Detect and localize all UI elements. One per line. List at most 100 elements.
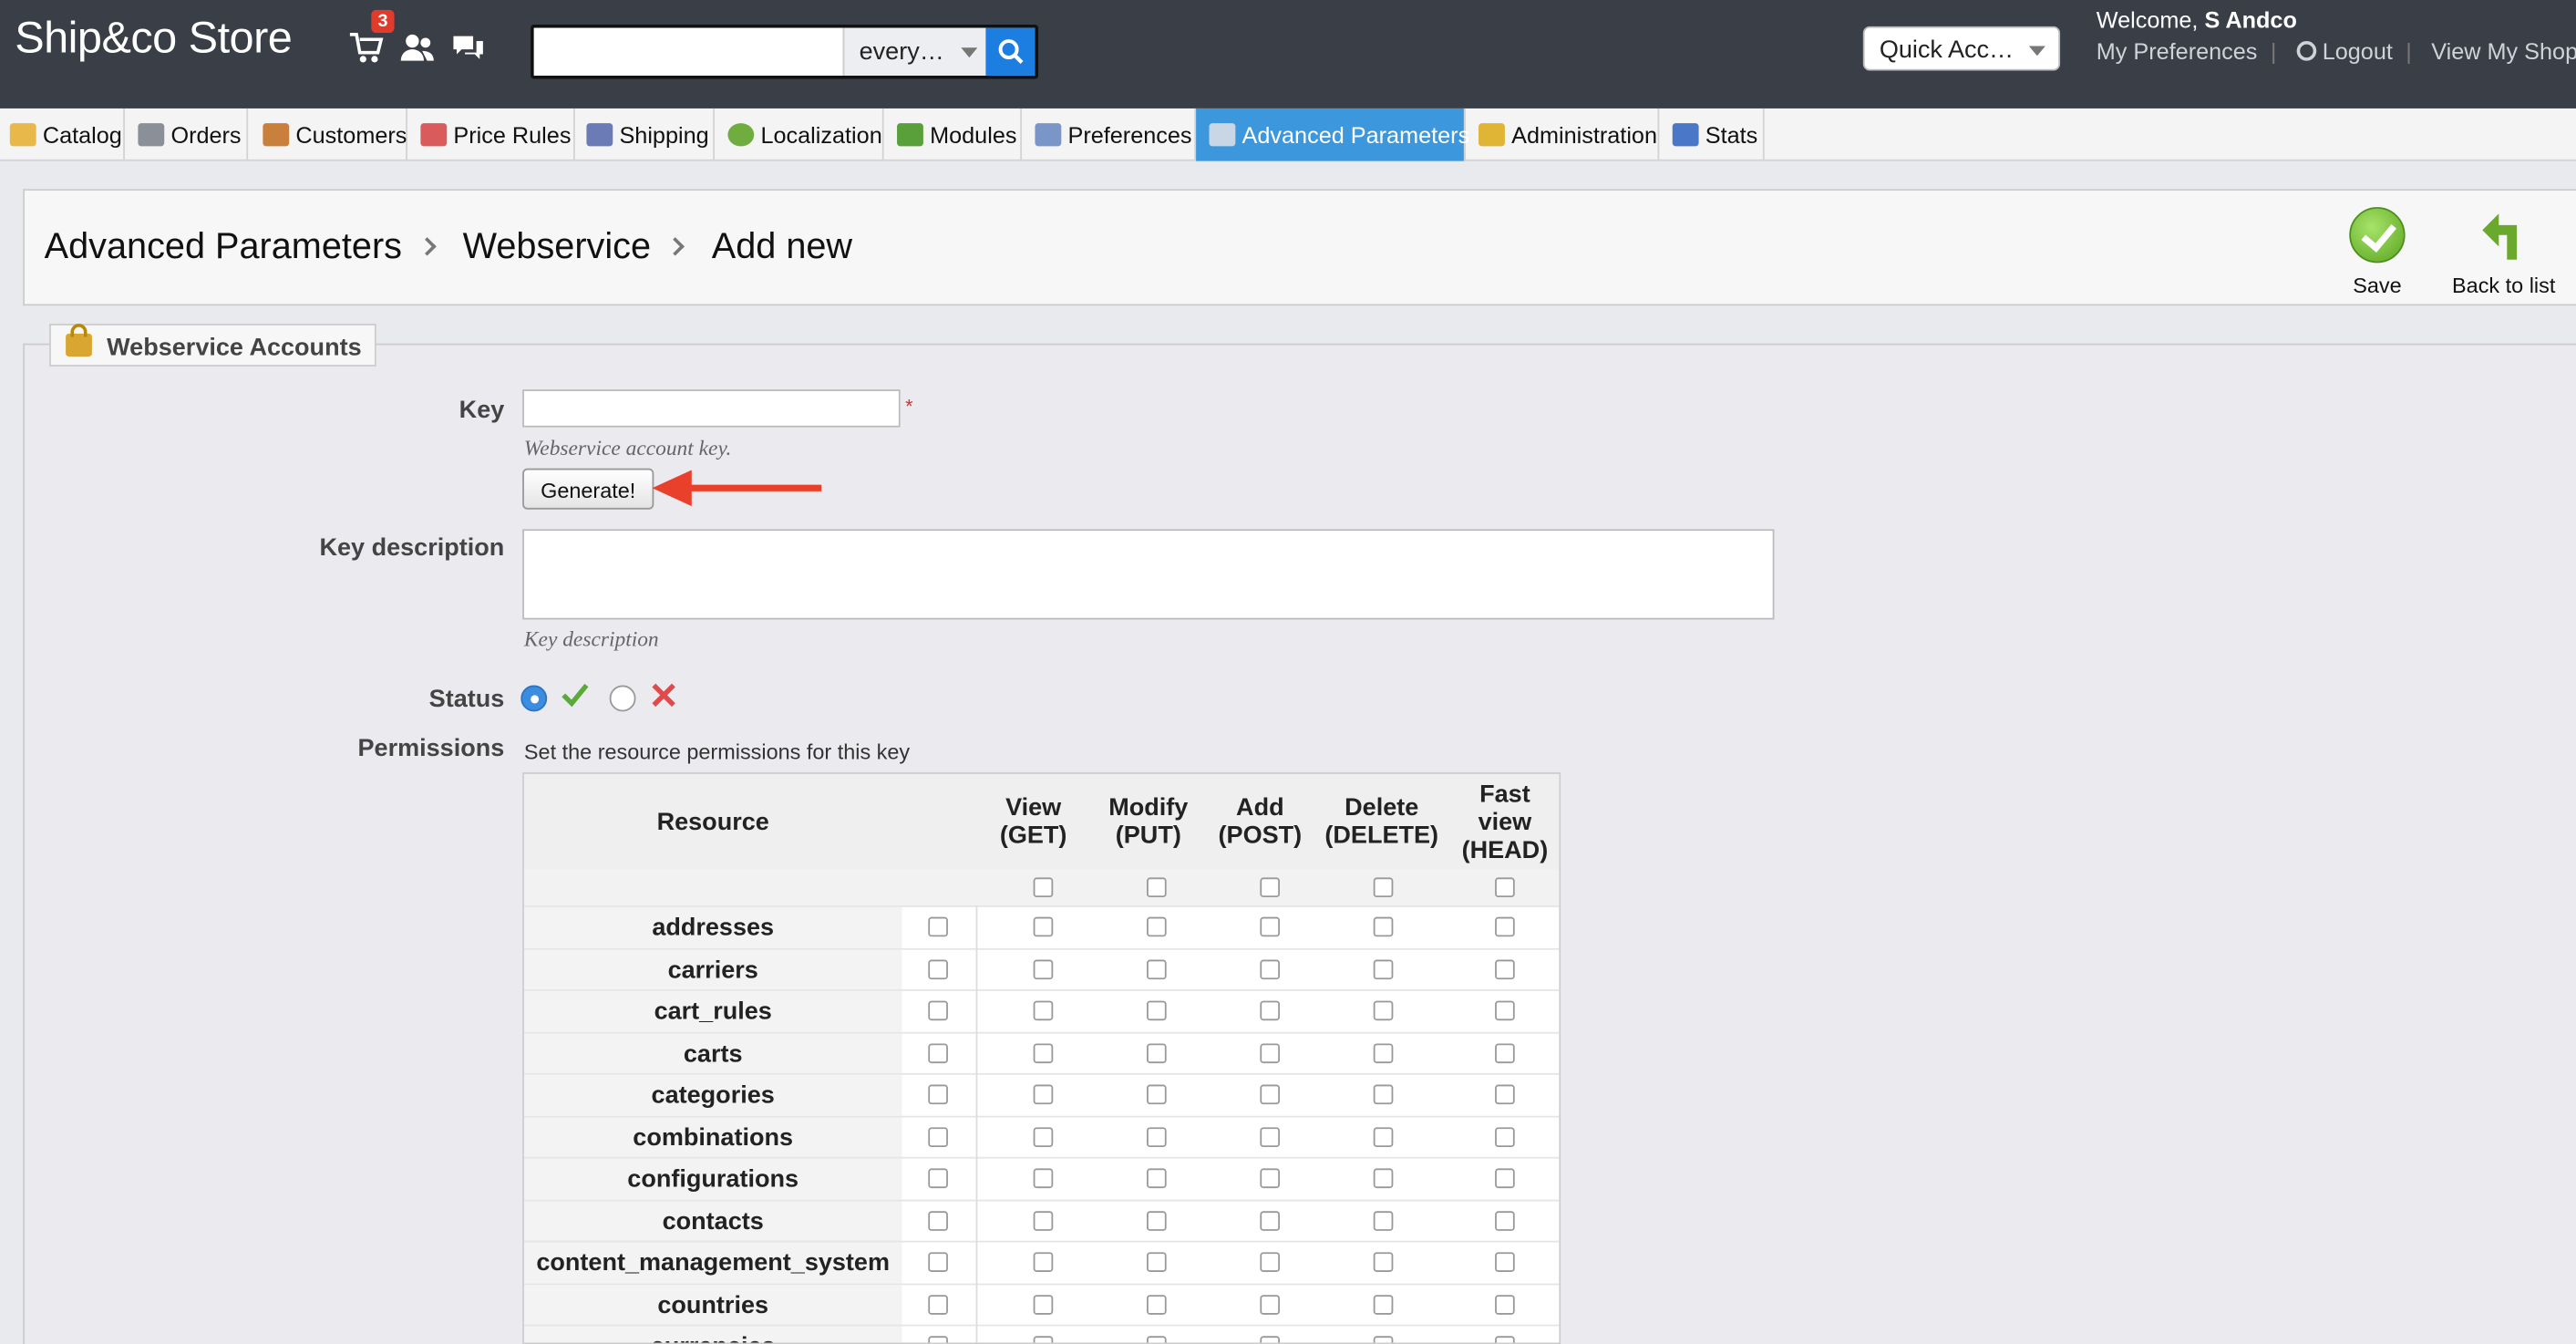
post-permission-checkbox[interactable]	[1260, 1168, 1280, 1189]
get-permission-checkbox[interactable]	[1033, 1000, 1054, 1021]
post-permission-checkbox[interactable]	[1260, 1000, 1280, 1021]
tab-orders[interactable]: Orders	[125, 108, 249, 161]
tab-price-rules[interactable]: Price Rules	[407, 108, 575, 161]
post-permission-checkbox[interactable]	[1260, 1294, 1280, 1314]
put-permission-checkbox[interactable]	[1147, 1210, 1167, 1231]
delete-permission-checkbox[interactable]	[1373, 958, 1394, 979]
back-to-list-button[interactable]: Back to list	[2447, 207, 2561, 297]
post-permission-checkbox[interactable]	[1260, 958, 1280, 979]
get-permission-checkbox[interactable]	[1033, 1294, 1054, 1314]
head-permission-checkbox[interactable]	[1495, 958, 1515, 979]
delete-permission-checkbox[interactable]	[1373, 1336, 1394, 1343]
row-all-checkbox[interactable]	[928, 916, 948, 937]
get-permission-checkbox[interactable]	[1033, 1210, 1054, 1231]
row-all-checkbox[interactable]	[928, 1126, 948, 1147]
customers-icon[interactable]	[399, 29, 436, 66]
tab-customers[interactable]: Customers	[248, 108, 407, 161]
head-permission-checkbox[interactable]	[1495, 1294, 1515, 1314]
put-permission-checkbox[interactable]	[1147, 1084, 1167, 1105]
tab-stats[interactable]: Stats	[1659, 108, 1765, 161]
quick-access-select[interactable]: Quick Acc…	[1862, 26, 2061, 71]
get-permission-checkbox[interactable]	[1033, 916, 1054, 937]
tab-advanced-parameters[interactable]: Advanced Parameters	[1196, 108, 1469, 161]
post-permission-checkbox[interactable]	[1260, 1084, 1280, 1105]
messages-icon[interactable]	[450, 29, 487, 66]
select-all-post-checkbox[interactable]	[1260, 877, 1280, 898]
my-preferences-link[interactable]: My Preferences	[2097, 37, 2258, 64]
row-all-checkbox[interactable]	[928, 1168, 948, 1189]
breadcrumb-item[interactable]: Advanced Parameters	[45, 225, 402, 266]
put-permission-checkbox[interactable]	[1147, 1042, 1167, 1063]
select-all-delete-checkbox[interactable]	[1373, 877, 1394, 898]
row-all-checkbox[interactable]	[928, 1084, 948, 1105]
tab-administration[interactable]: Administration	[1466, 108, 1660, 161]
tab-localization[interactable]: Localization	[715, 108, 884, 161]
generate-key-button[interactable]: Generate!	[522, 468, 654, 510]
put-permission-checkbox[interactable]	[1147, 1252, 1167, 1272]
delete-permission-checkbox[interactable]	[1373, 1294, 1394, 1314]
delete-permission-checkbox[interactable]	[1373, 1210, 1394, 1231]
head-permission-checkbox[interactable]	[1495, 1084, 1515, 1105]
put-permission-checkbox[interactable]	[1147, 916, 1167, 937]
put-permission-checkbox[interactable]	[1147, 1294, 1167, 1314]
row-all-checkbox[interactable]	[928, 1294, 948, 1314]
key-description-textarea[interactable]	[522, 529, 1775, 620]
head-permission-checkbox[interactable]	[1495, 1168, 1515, 1189]
delete-permission-checkbox[interactable]	[1373, 1042, 1394, 1063]
post-permission-checkbox[interactable]	[1260, 1336, 1280, 1343]
status-enabled-radio[interactable]	[520, 685, 548, 712]
head-permission-checkbox[interactable]	[1495, 1252, 1515, 1272]
search-button[interactable]	[985, 27, 1036, 76]
get-permission-checkbox[interactable]	[1033, 1126, 1054, 1147]
post-permission-checkbox[interactable]	[1260, 1252, 1280, 1272]
tab-shipping[interactable]: Shipping	[575, 108, 716, 161]
head-permission-checkbox[interactable]	[1495, 1042, 1515, 1063]
post-permission-checkbox[interactable]	[1260, 916, 1280, 937]
get-permission-checkbox[interactable]	[1033, 1168, 1054, 1189]
row-all-checkbox[interactable]	[928, 958, 948, 979]
search-scope-select[interactable]: every…	[842, 27, 989, 76]
select-all-get-checkbox[interactable]	[1033, 877, 1054, 898]
save-button[interactable]: Save	[2344, 207, 2410, 297]
head-permission-checkbox[interactable]	[1495, 1210, 1515, 1231]
head-permission-checkbox[interactable]	[1495, 1000, 1515, 1021]
row-all-checkbox[interactable]	[928, 1252, 948, 1272]
select-all-head-checkbox[interactable]	[1495, 877, 1515, 898]
put-permission-checkbox[interactable]	[1147, 1000, 1167, 1021]
shop-name[interactable]: Ship&co Store	[15, 13, 293, 64]
head-permission-checkbox[interactable]	[1495, 1336, 1515, 1343]
select-all-put-checkbox[interactable]	[1147, 877, 1167, 898]
logout-link[interactable]: Logout	[2323, 37, 2393, 64]
get-permission-checkbox[interactable]	[1033, 1336, 1054, 1343]
row-all-checkbox[interactable]	[928, 1210, 948, 1231]
tab-preferences[interactable]: Preferences	[1022, 108, 1197, 161]
post-permission-checkbox[interactable]	[1260, 1126, 1280, 1147]
put-permission-checkbox[interactable]	[1147, 1126, 1167, 1147]
put-permission-checkbox[interactable]	[1147, 958, 1167, 979]
status-disabled-radio[interactable]	[609, 685, 636, 712]
put-permission-checkbox[interactable]	[1147, 1336, 1167, 1343]
key-input[interactable]	[522, 389, 901, 428]
get-permission-checkbox[interactable]	[1033, 958, 1054, 979]
post-permission-checkbox[interactable]	[1260, 1042, 1280, 1063]
delete-permission-checkbox[interactable]	[1373, 1126, 1394, 1147]
search-input[interactable]	[533, 27, 843, 76]
get-permission-checkbox[interactable]	[1033, 1084, 1054, 1105]
row-all-checkbox[interactable]	[928, 1336, 948, 1343]
breadcrumb-item[interactable]: Webservice	[463, 225, 651, 266]
view-shop-link[interactable]: View My Shop	[2431, 37, 2576, 64]
head-permission-checkbox[interactable]	[1495, 1126, 1515, 1147]
delete-permission-checkbox[interactable]	[1373, 1168, 1394, 1189]
delete-permission-checkbox[interactable]	[1373, 1252, 1394, 1272]
get-permission-checkbox[interactable]	[1033, 1252, 1054, 1272]
get-permission-checkbox[interactable]	[1033, 1042, 1054, 1063]
delete-permission-checkbox[interactable]	[1373, 1000, 1394, 1021]
cart-icon[interactable]	[348, 29, 385, 66]
delete-permission-checkbox[interactable]	[1373, 916, 1394, 937]
head-permission-checkbox[interactable]	[1495, 916, 1515, 937]
tab-catalog[interactable]: Catalog	[0, 108, 125, 161]
row-all-checkbox[interactable]	[928, 1000, 948, 1021]
post-permission-checkbox[interactable]	[1260, 1210, 1280, 1231]
put-permission-checkbox[interactable]	[1147, 1168, 1167, 1189]
delete-permission-checkbox[interactable]	[1373, 1084, 1394, 1105]
